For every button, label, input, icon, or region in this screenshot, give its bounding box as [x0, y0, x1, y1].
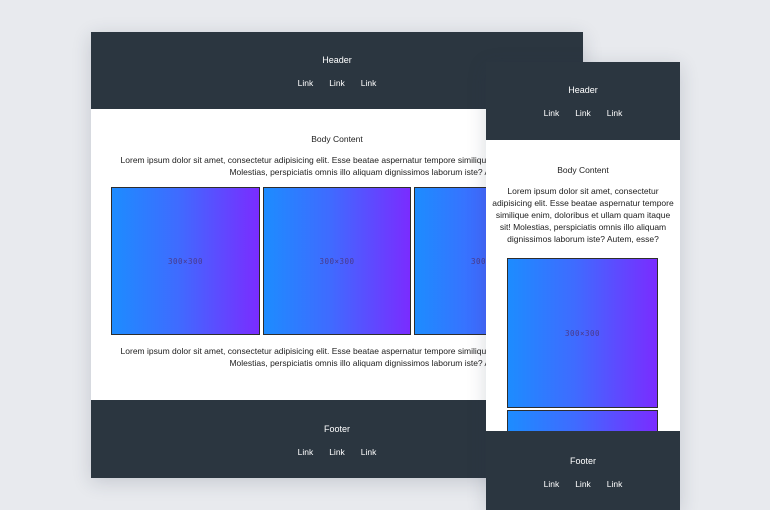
- body-paragraph-1: Lorem ipsum dolor sit amet, consectetur …: [492, 186, 674, 244]
- image-placeholder-2: 300×300: [263, 187, 411, 335]
- footer-link-2[interactable]: Link: [575, 479, 591, 489]
- mobile-header: Header Link Link Link: [486, 62, 680, 140]
- image-size-label: 300×300: [167, 256, 204, 266]
- header-nav: Link Link Link: [486, 108, 680, 118]
- header-link-3[interactable]: Link: [607, 108, 623, 118]
- footer-title: Footer: [569, 456, 596, 466]
- footer-link-3[interactable]: Link: [361, 447, 377, 457]
- body-heading: Body Content: [557, 165, 609, 175]
- header-link-3[interactable]: Link: [361, 78, 377, 88]
- image-placeholder-1: 300×300: [507, 258, 658, 408]
- footer-link-1[interactable]: Link: [298, 447, 314, 457]
- mobile-layout-preview: Header Link Link Link Body Content Lorem…: [486, 62, 680, 510]
- mobile-footer: Footer Link Link Link: [486, 431, 680, 510]
- image-placeholder-1: 300×300: [111, 187, 260, 335]
- header-link-2[interactable]: Link: [575, 108, 591, 118]
- image-size-label: 300×300: [564, 328, 601, 338]
- image-size-label: 300×300: [319, 256, 355, 266]
- header-link-1[interactable]: Link: [544, 108, 560, 118]
- header-link-1[interactable]: Link: [298, 78, 314, 88]
- footer-nav: Link Link Link: [486, 479, 680, 489]
- footer-link-3[interactable]: Link: [607, 479, 623, 489]
- header-title: Header: [568, 85, 598, 95]
- header-link-2[interactable]: Link: [329, 78, 345, 88]
- footer-link-2[interactable]: Link: [329, 447, 345, 457]
- footer-link-1[interactable]: Link: [544, 479, 560, 489]
